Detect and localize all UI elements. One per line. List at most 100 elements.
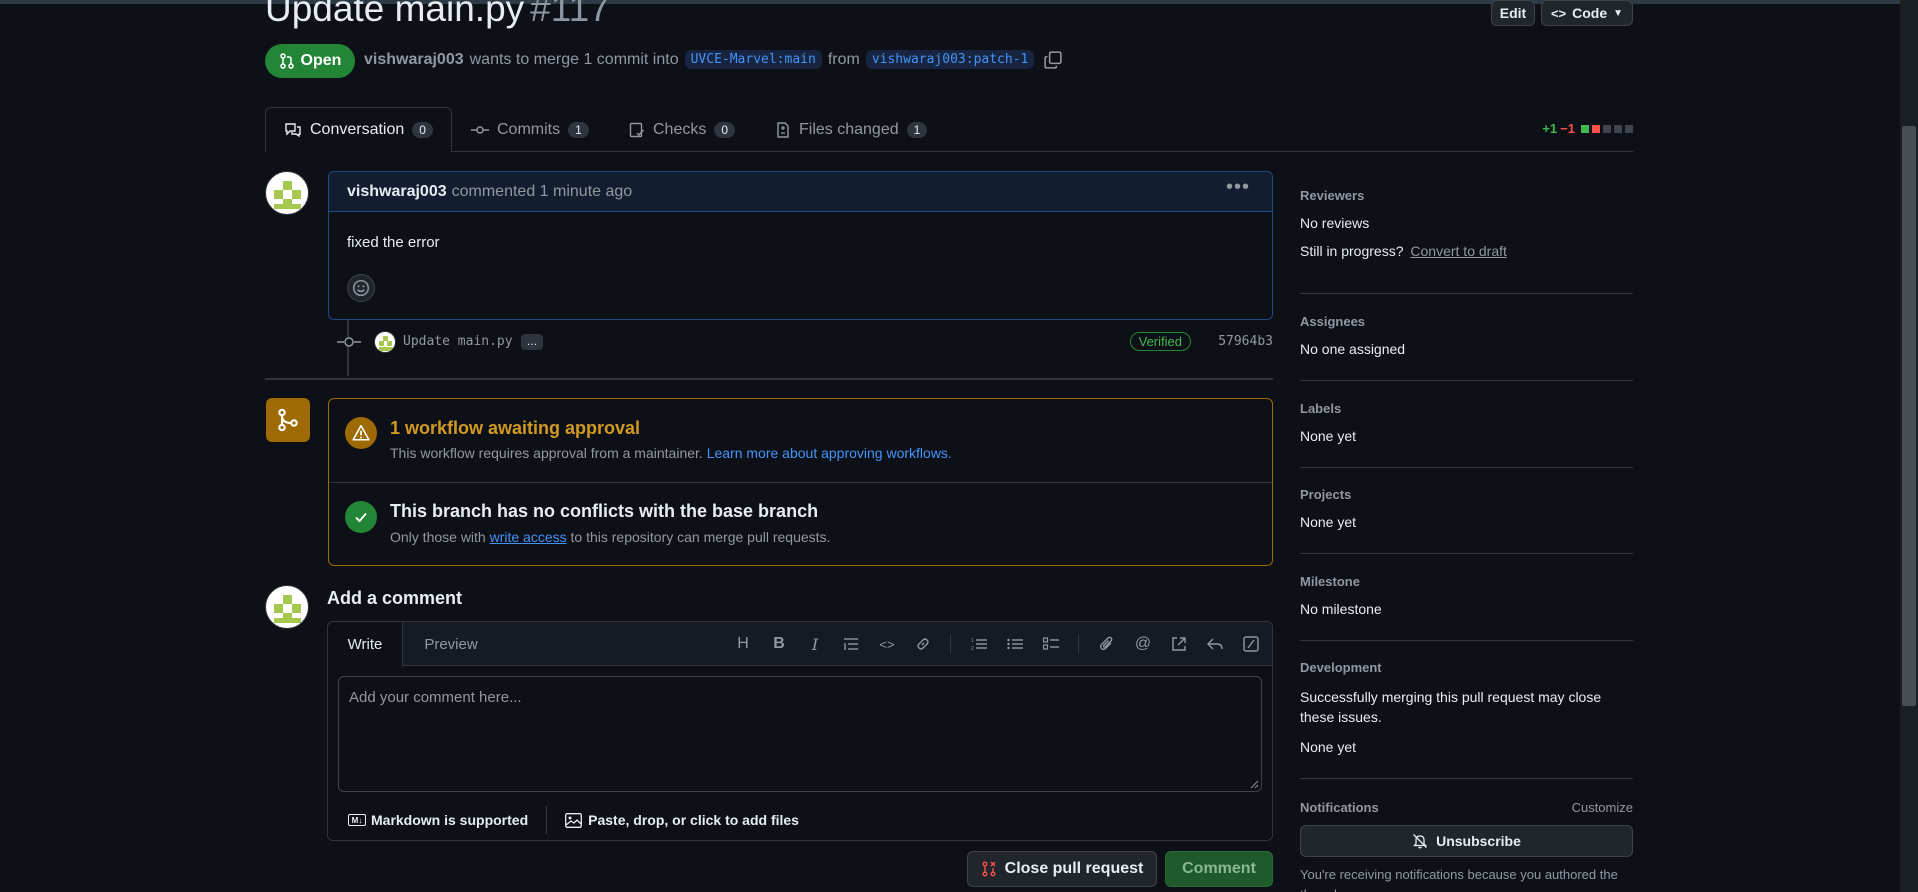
timeline-divider: [265, 378, 1273, 380]
code-icon[interactable]: <>: [877, 634, 897, 654]
add-comment-heading: Add a comment: [327, 588, 463, 608]
git-commit-icon: [337, 337, 361, 347]
head-branch[interactable]: vishwaraj003:patch-1: [865, 50, 1035, 69]
comment-header: vishwaraj003 commented 1 minute ago •••: [329, 172, 1272, 212]
milestone-heading[interactable]: Milestone: [1300, 574, 1633, 589]
caret-down-icon: ▼: [1613, 7, 1624, 19]
branch-desc-post: to this repository can merge pull reques…: [570, 529, 831, 545]
unsubscribe-label: Unsubscribe: [1436, 833, 1521, 849]
code-label: Code: [1572, 5, 1608, 21]
paperclip-icon[interactable]: [1097, 634, 1117, 654]
expand-commit-button[interactable]: …: [521, 334, 543, 350]
tab-commits[interactable]: Commits 1: [471, 107, 589, 152]
commit-sha-link[interactable]: 57964b3: [1218, 334, 1273, 349]
resize-handle-icon[interactable]: [1249, 779, 1259, 789]
author-link[interactable]: vishwaraj003: [364, 51, 464, 69]
tab-files-changed[interactable]: Files changed 1: [775, 107, 928, 152]
tasklist-icon[interactable]: [1041, 634, 1061, 654]
tab-label: Checks: [653, 120, 707, 138]
comment-author[interactable]: vishwaraj003: [347, 183, 447, 201]
link-icon[interactable]: [913, 634, 933, 654]
scrollbar-thumb[interactable]: [1902, 126, 1916, 706]
tab-label: Files changed: [799, 120, 899, 138]
add-reaction-button[interactable]: [347, 274, 375, 302]
textarea-placeholder: Add your comment here...: [349, 689, 522, 706]
git-merge-icon: [278, 408, 298, 432]
projects-value: None yet: [1300, 514, 1357, 530]
preview-tab[interactable]: Preview: [406, 622, 496, 666]
sidebar-projects: Projects None yet: [1300, 487, 1633, 554]
unordered-list-icon[interactable]: [1005, 634, 1025, 654]
assignees-heading[interactable]: Assignees: [1300, 314, 1633, 329]
tab-label: Conversation: [310, 121, 405, 138]
notifications-heading: Notifications: [1300, 800, 1379, 815]
bold-icon[interactable]: B: [769, 634, 789, 654]
pr-meta: vishwaraj003 wants to merge 1 commit int…: [364, 50, 1063, 69]
pr-title: Update main.py: [265, 0, 525, 29]
customize-link[interactable]: Customize: [1572, 800, 1633, 815]
heading-icon[interactable]: H: [733, 634, 753, 654]
code-icon: <>: [1550, 5, 1567, 21]
comment-textarea[interactable]: Add your comment here...: [338, 676, 1262, 792]
workflow-desc: This workflow requires approval from a m…: [390, 445, 703, 461]
comment-button[interactable]: Comment: [1165, 851, 1273, 887]
commit-message-link[interactable]: Update main.py: [403, 334, 513, 349]
milestone-value: No milestone: [1300, 601, 1382, 617]
tab-label: Commits: [497, 120, 561, 138]
merge-box: 1 workflow awaiting approval This workfl…: [328, 398, 1273, 566]
reviewers-heading[interactable]: Reviewers: [1300, 188, 1633, 203]
slash-commands-icon[interactable]: [1241, 634, 1261, 654]
code-button[interactable]: <> Code ▼: [1541, 0, 1633, 26]
comment-timestamp[interactable]: commented 1 minute ago: [452, 183, 633, 201]
reply-icon[interactable]: [1205, 634, 1225, 654]
svg-text:2: 2: [971, 646, 974, 651]
sidebar-labels: Labels None yet: [1300, 401, 1633, 468]
tab-conversation[interactable]: Conversation 0: [265, 107, 452, 153]
markdown-supported-link[interactable]: Markdown is supported: [371, 812, 528, 828]
tab-counter: 0: [412, 122, 433, 138]
labels-heading[interactable]: Labels: [1300, 401, 1633, 416]
tab-counter: 0: [714, 121, 736, 138]
tab-checks[interactable]: Checks 0: [629, 107, 736, 152]
kebab-horizontal-icon[interactable]: •••: [1226, 176, 1250, 199]
approving-workflows-link[interactable]: Learn more about approving workflows.: [707, 445, 952, 461]
branch-section: This branch has no conflicts with the ba…: [329, 483, 1272, 567]
write-access-link[interactable]: write access: [490, 529, 567, 545]
cross-reference-icon[interactable]: [1169, 634, 1189, 654]
base-branch[interactable]: UVCE-Marvel:main: [684, 50, 822, 69]
development-heading[interactable]: Development: [1300, 660, 1633, 675]
diff-box: [1603, 124, 1611, 133]
write-tab[interactable]: Write: [328, 622, 403, 667]
copy-icon[interactable]: [1044, 50, 1063, 69]
edit-label: Edit: [1499, 5, 1527, 21]
quote-icon[interactable]: [841, 634, 861, 654]
commit-avatar[interactable]: [374, 331, 396, 353]
convert-to-draft-link[interactable]: Convert to draft: [1410, 243, 1507, 259]
unsubscribe-button[interactable]: Unsubscribe: [1300, 825, 1633, 857]
diff-added: +1: [1542, 121, 1558, 136]
close-pull-request-button[interactable]: Close pull request: [967, 851, 1157, 887]
avatar[interactable]: [265, 585, 309, 629]
diff-box: [1592, 124, 1600, 133]
reviewers-value: No reviews: [1300, 215, 1370, 231]
attach-files-button[interactable]: Paste, drop, or click to add files: [588, 812, 799, 828]
italic-icon[interactable]: I: [805, 634, 825, 654]
workflow-section: 1 workflow awaiting approval This workfl…: [329, 399, 1272, 483]
scrollbar[interactable]: [1900, 0, 1918, 892]
from-text: from: [827, 50, 860, 68]
labels-value: None yet: [1300, 428, 1357, 444]
development-desc: Successfully merging this pull request m…: [1300, 689, 1602, 725]
pr-number: #117: [530, 0, 610, 29]
smiley-icon: [352, 279, 370, 297]
projects-heading[interactable]: Projects: [1300, 487, 1633, 502]
edit-button[interactable]: Edit: [1491, 0, 1535, 26]
checklist-icon: [629, 122, 645, 137]
avatar[interactable]: [265, 171, 309, 215]
mention-icon[interactable]: @: [1133, 634, 1153, 654]
verified-badge[interactable]: Verified: [1129, 332, 1191, 351]
markdown-icon: M↓: [348, 814, 366, 826]
workflow-title: 1 workflow awaiting approval: [390, 418, 641, 438]
pr-tabs: Conversation 0 Commits 1 Checks 0 Files …: [265, 107, 1633, 153]
numbered-list-icon[interactable]: 12: [969, 634, 989, 654]
git-commit-icon: [471, 125, 489, 134]
